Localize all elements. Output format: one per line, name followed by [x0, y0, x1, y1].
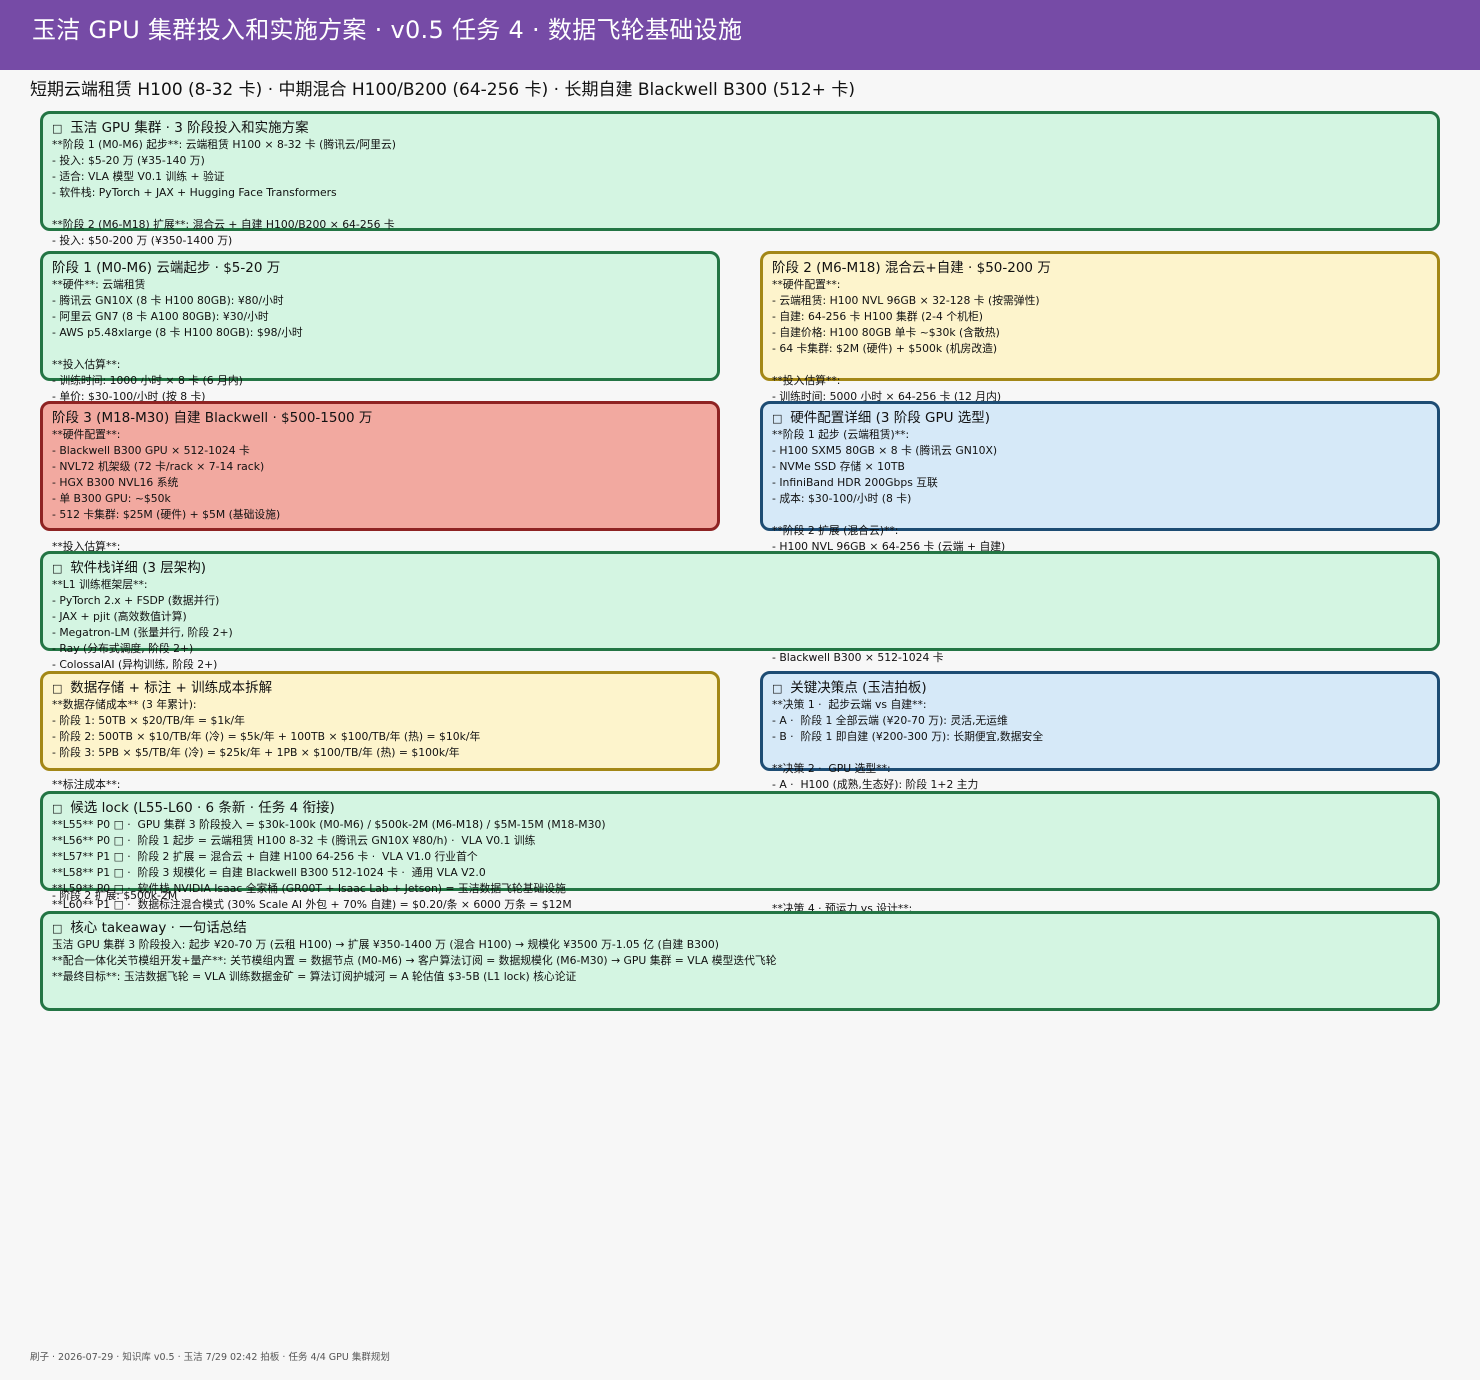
- storage-overflow-text: - 阶段 2 扩展: $500k-2M: [52, 889, 178, 902]
- decisions-card-body: **决策 1 · 起步云端 vs 自建**: - A · 阶段 1 全部云端 (…: [772, 698, 1044, 791]
- stage2-card-body: **硬件配置**: - 云端租赁: H100 NVL 96GB × 32-128…: [772, 278, 1040, 403]
- page-footer: 刷子 · 2026-07-29 · 知识库 v0.5 · 玉洁 7/29 02:…: [30, 1352, 390, 1363]
- storage-icon: □: [52, 682, 63, 695]
- hardware-card-body: **阶段 1 起步 (云端租赁)**: - H100 SXM5 80GB × 8…: [772, 428, 1006, 569]
- stage1-card-body: **硬件**: 云端租赁 - 腾讯云 GN10X (8 卡 H100 80GB)…: [52, 278, 303, 403]
- takeaway-card-title: □ 核心 takeaway · 一句话总结: [52, 920, 247, 936]
- overview-card-body: **阶段 1 (M0-M6) 起步**: 云端租赁 H100 × 8-32 卡 …: [52, 138, 396, 247]
- lock-card-body: **L55** P0 □ · GPU 集群 3 阶段投入 = $30k-100k…: [52, 818, 606, 911]
- stage2-card-title: 阶段 2 (M6-M18) 混合云+自建 · $50-200 万: [772, 260, 1051, 276]
- stage1-card-title: 阶段 1 (M0-M6) 云端起步 · $5-20 万: [52, 260, 281, 276]
- overview-card: □ 玉洁 GPU 集群 · 3 阶段投入和实施方案 **阶段 1 (M0-M6)…: [40, 111, 1440, 247]
- decisions-card-title: □ 关键决策点 (玉洁拍板): [772, 680, 927, 696]
- page-header: 玉洁 GPU 集群投入和实施方案 · v0.5 任务 4 · 数据飞轮基础设施: [0, 0, 1480, 70]
- hardware-overflow-text: - Blackwell B300 × 512-1024 卡: [772, 651, 944, 664]
- lock-card-title: □ 候选 lock (L55-L60 · 6 条新 · 任务 4 衔接): [52, 800, 335, 816]
- lock-icon: □: [52, 802, 63, 815]
- software-card: □ 软件栈详细 (3 层架构) **L1 训练框架层**: - PyTorch …: [40, 551, 1440, 687]
- stage2-card: 阶段 2 (M6-M18) 混合云+自建 · $50-200 万 **硬件配置*…: [760, 251, 1440, 403]
- hardware-card: □ 硬件配置详细 (3 阶段 GPU 选型) **阶段 1 起步 (云端租赁)*…: [760, 401, 1440, 569]
- stack-icon: □: [52, 562, 63, 575]
- decision-icon: □: [772, 682, 783, 695]
- stage3-card: 阶段 3 (M18-M30) 自建 Blackwell · $500-1500 …: [40, 401, 720, 553]
- target-icon: □: [52, 922, 63, 935]
- takeaway-card-body: 玉洁 GPU 集群 3 阶段投入: 起步 ¥20-70 万 (云租 H100) …: [52, 938, 777, 983]
- page-subtitle: 短期云端租赁 H100 (8-32 卡) · 中期混合 H100/B200 (6…: [30, 80, 855, 100]
- storage-card-title: □ 数据存储 + 标注 + 训练成本拆解: [52, 680, 273, 696]
- page-title: 玉洁 GPU 集群投入和实施方案 · v0.5 任务 4 · 数据飞轮基础设施: [32, 16, 743, 44]
- takeaway-card: □ 核心 takeaway · 一句话总结 玉洁 GPU 集群 3 阶段投入: …: [40, 911, 1440, 1011]
- overview-card-title: □ 玉洁 GPU 集群 · 3 阶段投入和实施方案: [52, 120, 309, 136]
- stage1-card: 阶段 1 (M0-M6) 云端起步 · $5-20 万 **硬件**: 云端租赁…: [40, 251, 720, 403]
- hardware-card-title: □ 硬件配置详细 (3 阶段 GPU 选型): [772, 410, 991, 426]
- lock-card: □ 候选 lock (L55-L60 · 6 条新 · 任务 4 衔接) **L…: [40, 791, 1440, 911]
- decisions-overflow-text: **决策 4 · 预运力 vs 设计**:: [772, 902, 913, 911]
- software-card-title: □ 软件栈详细 (3 层架构): [52, 560, 207, 576]
- chip-icon: □: [772, 412, 783, 425]
- stage3-card-title: 阶段 3 (M18-M30) 自建 Blackwell · $500-1500 …: [52, 410, 373, 426]
- cluster-icon: □: [52, 122, 63, 135]
- decisions-card: □ 关键决策点 (玉洁拍板) **决策 1 · 起步云端 vs 自建**: - …: [760, 671, 1440, 791]
- storage-card: □ 数据存储 + 标注 + 训练成本拆解 **数据存储成本** (3 年累计):…: [40, 671, 720, 807]
- stage3-card-body: **硬件配置**: - Blackwell B300 GPU × 512-102…: [52, 428, 281, 553]
